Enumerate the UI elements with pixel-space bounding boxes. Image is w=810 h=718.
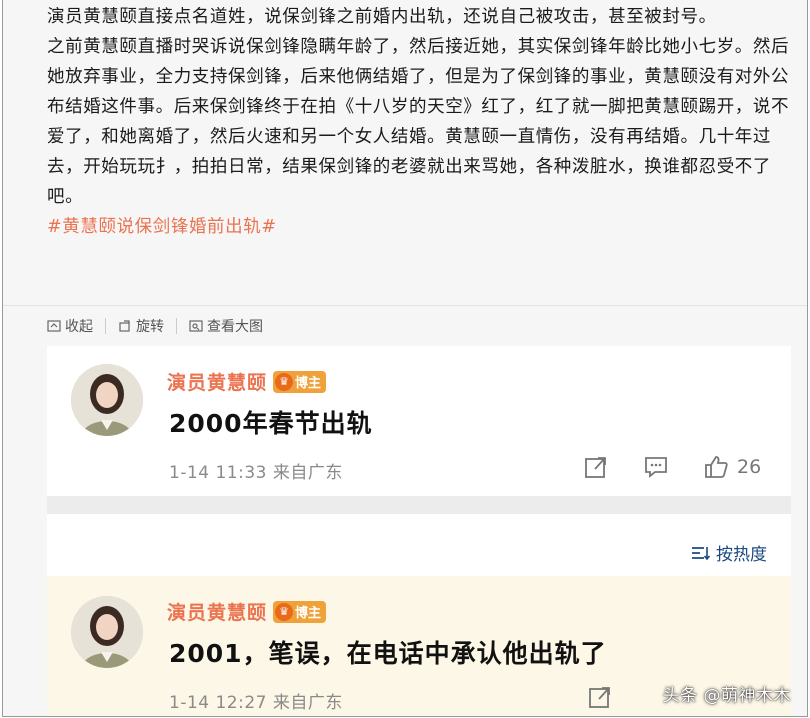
- avatar-portrait-icon: [71, 596, 143, 668]
- comment-icon[interactable]: [643, 454, 669, 480]
- blogger-badge: ♛ 博主: [273, 600, 327, 623]
- weibo-post-frame: 演员黄慧颐直接点名道姓，说保剑锋之前婚内出轨，还说自己被攻击，甚至被封号。 之前…: [2, 0, 808, 717]
- hashtag-link[interactable]: #黄慧颐说保剑锋婚前出轨#: [47, 217, 277, 237]
- rotate-icon: [119, 320, 130, 332]
- comment-card: 演员黄慧颐 ♛ 博主 2000年春节出轨 1-14 11:33 来自广东 26: [47, 346, 791, 496]
- comment-author-row: 演员黄慧颐 ♛ 博主: [167, 598, 327, 625]
- comment-meta: 1-14 12:27 来自广东: [169, 688, 343, 713]
- badge-label: 博主: [295, 376, 322, 391]
- collapse-icon: [47, 320, 61, 332]
- view-large-button[interactable]: 查看大图: [189, 316, 263, 336]
- comment-text: 2001，笔误，在电话中承认他出轨了: [169, 639, 607, 668]
- view-large-icon: [189, 320, 203, 332]
- comment-text: 2000年春节出轨: [169, 409, 373, 438]
- comment-time: 1-14 11:33: [169, 463, 267, 483]
- card-gap: [47, 496, 791, 514]
- badge-label: 博主: [295, 606, 322, 621]
- separator: [105, 318, 106, 334]
- comment-author-row: 演员黄慧颐 ♛ 博主: [167, 368, 327, 395]
- share-icon[interactable]: [587, 684, 613, 710]
- post-body: 演员黄慧颐直接点名道姓，说保剑锋之前婚内出轨，还说自己被攻击，甚至被封号。 之前…: [3, 0, 807, 300]
- avatar[interactable]: [71, 364, 143, 436]
- like-button[interactable]: 26: [703, 454, 761, 480]
- comment-meta: 1-14 11:33 来自广东: [169, 458, 343, 483]
- share-icon[interactable]: [583, 454, 609, 480]
- comment-time: 1-14 12:27: [169, 693, 267, 713]
- sort-icon: [692, 546, 710, 560]
- watermark: 头条 @萌神木木: [662, 686, 791, 706]
- comment-source: 来自广东: [272, 693, 343, 713]
- blogger-badge: ♛ 博主: [273, 370, 327, 393]
- author-name[interactable]: 演员黄慧颐: [167, 368, 267, 395]
- sort-label: 按热度: [716, 545, 767, 565]
- crown-icon: ♛: [275, 602, 294, 621]
- sort-by-hot-button[interactable]: 按热度: [690, 540, 767, 565]
- avatar[interactable]: [71, 596, 143, 668]
- avatar-portrait-icon: [71, 364, 143, 436]
- image-actions-bar: 收起 旋转 查看大图: [47, 316, 263, 336]
- post-paragraph-1: 演员黄慧颐直接点名道姓，说保剑锋之前婚内出轨，还说自己被攻击，甚至被封号。: [47, 7, 717, 27]
- separator: [176, 318, 177, 334]
- like-count: 26: [737, 456, 762, 478]
- post-text: 演员黄慧颐直接点名道姓，说保剑锋之前婚内出轨，还说自己被攻击，甚至被封号。 之前…: [47, 2, 799, 242]
- author-name[interactable]: 演员黄慧颐: [167, 598, 267, 625]
- comment-action-icons: 26: [583, 454, 761, 480]
- divider: [3, 305, 807, 306]
- comment-action-icons: [587, 684, 613, 710]
- thumbs-up-icon: [705, 456, 728, 478]
- crown-icon: ♛: [275, 372, 294, 391]
- collapse-button[interactable]: 收起: [47, 316, 93, 336]
- rotate-label: 旋转: [136, 319, 164, 335]
- collapse-label: 收起: [65, 319, 93, 335]
- comment-source: 来自广东: [272, 463, 343, 483]
- view-large-label: 查看大图: [207, 319, 263, 335]
- rotate-button[interactable]: 旋转: [118, 316, 164, 336]
- post-paragraph-2: 之前黄慧颐直播时哭诉说保剑锋隐瞒年龄了，然后接近她，其实保剑锋年龄比她小七岁。然…: [47, 37, 790, 207]
